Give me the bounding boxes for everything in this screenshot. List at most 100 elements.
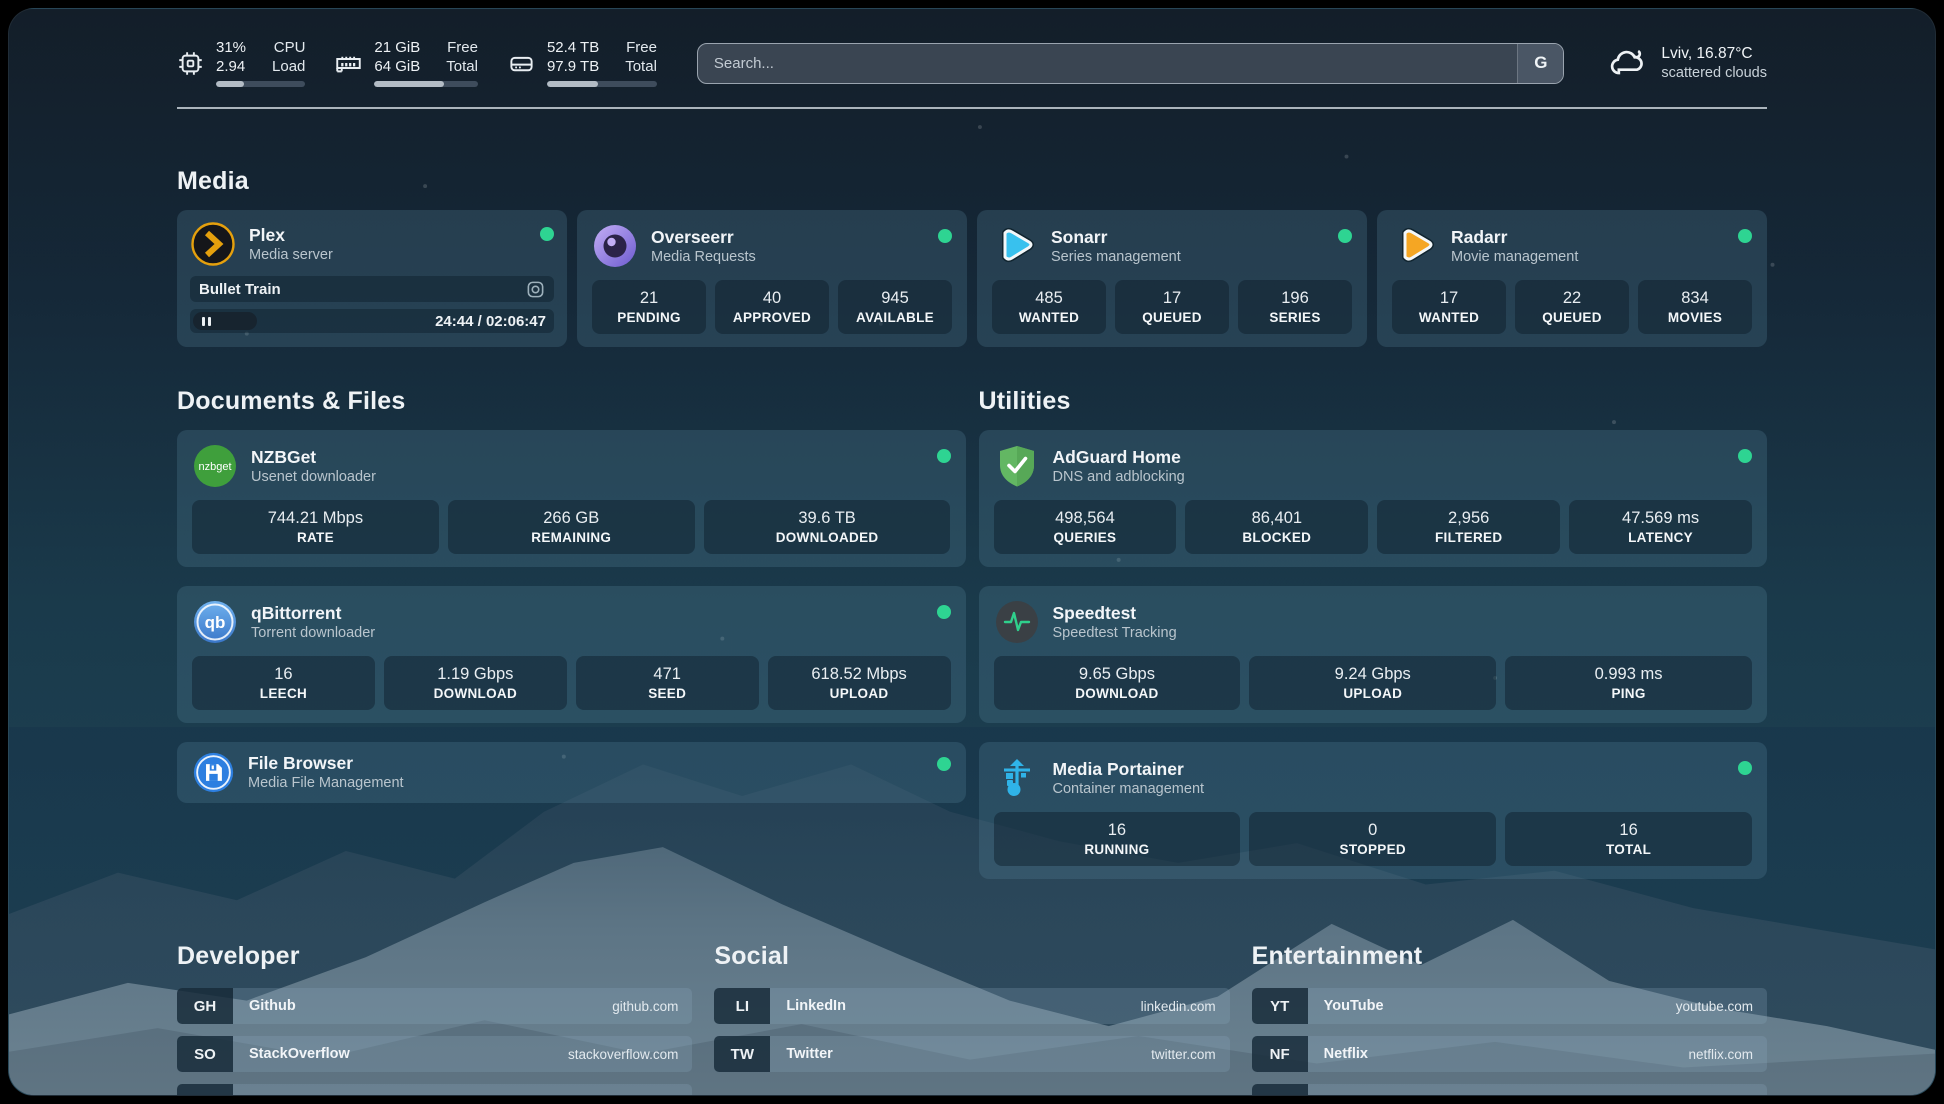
bookmark-youtube[interactable]: YT YouTube youtube.com	[1252, 988, 1767, 1024]
service-card-sonarr[interactable]: Sonarr Series management 485WANTED 17QUE…	[977, 210, 1367, 347]
adguard-icon	[994, 443, 1040, 489]
section-title-documents: Documents & Files	[177, 387, 966, 416]
service-card-nzbget[interactable]: nzbget NZBGet Usenet downloader 744.21 M…	[177, 430, 966, 567]
dashboard-window: 31% 2.94 CPU Load	[8, 8, 1936, 1096]
status-dot	[937, 605, 951, 619]
bookmark-abbr: LI	[714, 988, 770, 1024]
entertainment-bookmarks: Entertainment YT YouTube youtube.com NF …	[1252, 942, 1767, 1096]
section-title-utilities: Utilities	[979, 387, 1768, 416]
stat-box: 17QUEUED	[1115, 280, 1229, 334]
bookmark-github[interactable]: GH Github github.com	[177, 988, 692, 1024]
radarr-icon	[1392, 223, 1438, 269]
status-dot	[540, 227, 554, 241]
sonarr-icon	[992, 223, 1038, 269]
service-card-plex[interactable]: Plex Media server Bullet Train 24:44 / 0…	[177, 210, 567, 347]
documents-column: Documents & Files nzbget NZBGet Usenet d…	[177, 387, 966, 822]
service-card-filebrowser[interactable]: File Browser Media File Management	[177, 742, 966, 803]
service-subtitle: Speedtest Tracking	[1053, 624, 1753, 643]
stat-box: 498,564QUERIES	[994, 500, 1177, 554]
stat-box: 945AVAILABLE	[838, 280, 952, 334]
stat-box: 0STOPPED	[1249, 812, 1496, 866]
memory-label-2: Total	[446, 58, 478, 76]
service-card-speedtest[interactable]: Speedtest Speedtest Tracking 9.65 GbpsDO…	[979, 586, 1768, 723]
disk-total: 97.9 TB	[547, 58, 599, 76]
bookmark-dev[interactable]: DT DEV dev.to	[177, 1084, 692, 1096]
weather-condition: scattered clouds	[1661, 64, 1767, 82]
bookmark-reddit[interactable]: RE Reddit reddit.com	[1252, 1084, 1767, 1096]
speedtest-icon	[994, 599, 1040, 645]
status-dot	[937, 449, 951, 463]
search-provider-button[interactable]: G	[1517, 44, 1563, 83]
service-card-portainer[interactable]: Media Portainer Container management 16R…	[979, 742, 1768, 879]
stat-box: 9.24 GbpsUPLOAD	[1249, 656, 1496, 710]
bookmark-url: dev.to	[643, 1095, 693, 1097]
social-bookmarks: Social LI LinkedIn linkedin.com TW Twitt…	[714, 942, 1229, 1096]
stat-box: 618.52 MbpsUPLOAD	[768, 656, 951, 710]
service-card-radarr[interactable]: Radarr Movie management 17WANTED 22QUEUE…	[1377, 210, 1767, 347]
service-title: Sonarr	[1051, 226, 1325, 248]
now-playing-row: Bullet Train	[190, 276, 554, 302]
bookmark-url: reddit.com	[1690, 1095, 1767, 1097]
memory-free: 21 GiB	[374, 39, 420, 57]
player-progress-row: 24:44 / 02:06:47	[190, 309, 554, 333]
bookmark-stackoverflow[interactable]: SO StackOverflow stackoverflow.com	[177, 1036, 692, 1072]
bookmark-twitter[interactable]: TW Twitter twitter.com	[714, 1036, 1229, 1072]
status-dot	[1338, 229, 1352, 243]
bookmark-url: twitter.com	[1151, 1047, 1230, 1062]
cpu-label-2: Load	[272, 58, 305, 76]
bookmark-name: Twitter	[770, 1046, 1151, 1062]
playback-time: 24:44 / 02:06:47	[257, 313, 546, 330]
bookmark-netflix[interactable]: NF Netflix netflix.com	[1252, 1036, 1767, 1072]
bookmark-url: github.com	[612, 999, 692, 1014]
section-title-developer: Developer	[177, 942, 692, 971]
service-card-overseerr[interactable]: Overseerr Media Requests 21PENDING 40APP…	[577, 210, 967, 347]
svg-text:qb: qb	[205, 613, 226, 632]
stat-box: 834MOVIES	[1638, 280, 1752, 334]
service-subtitle: DNS and adblocking	[1053, 468, 1726, 487]
cpu-label-1: CPU	[274, 39, 306, 57]
status-dot	[1738, 229, 1752, 243]
disk-label-2: Total	[625, 58, 657, 76]
bookmark-name: StackOverflow	[233, 1046, 568, 1062]
pause-button[interactable]	[193, 312, 257, 330]
top-bar: 31% 2.94 CPU Load	[177, 39, 1767, 87]
cloud-icon	[1608, 43, 1648, 83]
stat-box: 0.993 msPING	[1505, 656, 1752, 710]
bookmark-name: Github	[233, 998, 612, 1014]
stat-box: 16TOTAL	[1505, 812, 1752, 866]
cast-icon[interactable]	[526, 280, 545, 299]
stat-box: 9.65 GbpsDOWNLOAD	[994, 656, 1241, 710]
service-card-qbittorrent[interactable]: qb qBittorrent Torrent downloader 16LEEC…	[177, 586, 966, 723]
service-card-adguard[interactable]: AdGuard Home DNS and adblocking 498,564Q…	[979, 430, 1768, 567]
stat-box: 744.21 MbpsRATE	[192, 500, 439, 554]
disk-progress-bar	[547, 81, 657, 87]
bookmark-abbr: GH	[177, 988, 233, 1024]
weather-location-temp: Lviv, 16.87°C	[1661, 44, 1767, 64]
memory-progress-bar	[374, 81, 478, 87]
portainer-icon	[994, 755, 1040, 801]
now-playing-title: Bullet Train	[199, 281, 526, 298]
disk-label-1: Free	[626, 39, 657, 57]
service-title: Plex	[249, 224, 527, 246]
status-dot	[1738, 449, 1752, 463]
stat-box: 47.569 msLATENCY	[1569, 500, 1752, 554]
stat-box: 21PENDING	[592, 280, 706, 334]
status-dot	[938, 229, 952, 243]
developer-bookmarks: Developer GH Github github.com SO StackO…	[177, 942, 692, 1096]
status-dot	[937, 757, 951, 771]
service-subtitle: Series management	[1051, 248, 1325, 267]
section-title-media: Media	[177, 167, 1767, 196]
search-input[interactable]	[698, 44, 1518, 83]
service-title: Media Portainer	[1053, 758, 1726, 780]
service-title: qBittorrent	[251, 602, 924, 624]
nzbget-icon: nzbget	[192, 443, 238, 489]
bookmark-url: netflix.com	[1688, 1047, 1767, 1062]
bookmark-linkedin[interactable]: LI LinkedIn linkedin.com	[714, 988, 1229, 1024]
stat-box: 39.6 TBDOWNLOADED	[704, 500, 951, 554]
section-title-entertainment: Entertainment	[1252, 942, 1767, 971]
memory-label-1: Free	[447, 39, 478, 57]
service-subtitle: Usenet downloader	[251, 468, 924, 487]
utilities-column: Utilities AdGuard Home DNS and adblockin…	[979, 387, 1768, 898]
bookmark-url: stackoverflow.com	[568, 1047, 692, 1062]
service-subtitle: Movie management	[1451, 248, 1725, 267]
